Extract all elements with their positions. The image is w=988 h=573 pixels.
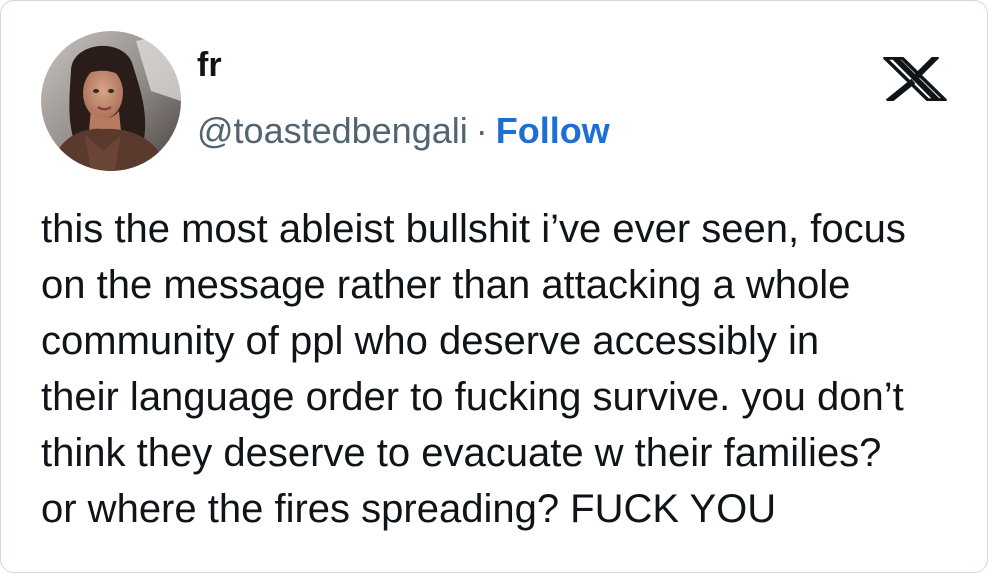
tweet-text-line: think they deserve to evacuate w their f… (41, 431, 882, 475)
author-handle-row: @toastedbengali · Follow (197, 109, 610, 153)
tweet-text-line: community of ppl who deserve accessibly … (41, 319, 820, 363)
author-handle[interactable]: @toastedbengali (197, 110, 468, 151)
avatar[interactable] (41, 31, 181, 171)
follow-button[interactable]: Follow (496, 110, 610, 151)
author-display-name[interactable]: fr (197, 45, 222, 85)
tweet-text-line: or where the fires spreading? FUCK YOU (41, 487, 777, 531)
tweet-text-line: their language order to fucking survive.… (41, 375, 904, 419)
tweet-card: fr @toastedbengali · Follow this the most … (0, 0, 988, 573)
tweet-text-line: this the most ableist bullshit i’ve ever… (41, 207, 906, 251)
separator-dot: · (475, 110, 488, 151)
x-logo-icon[interactable] (883, 57, 947, 101)
profile-photo-icon (41, 31, 181, 171)
tweet-text: this the most ableist bullshit i’ve ever… (41, 201, 976, 537)
tweet-text-line: on the message rather than attacking a w… (41, 263, 851, 307)
